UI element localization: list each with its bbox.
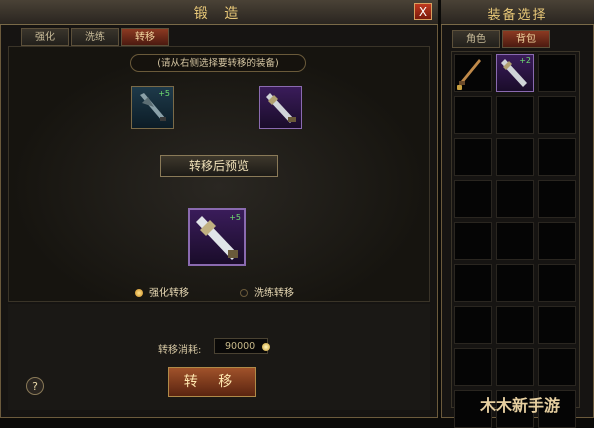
bag-slot[interactable] [496, 306, 534, 344]
select-hint: (请从右侧选择要转移的装备) [130, 54, 306, 72]
option-enhance-transfer[interactable]: 强化转移 [135, 284, 189, 299]
bag-slot[interactable] [496, 348, 534, 386]
plus-label: +5 [229, 213, 241, 222]
tab-character[interactable]: 角色 [452, 30, 500, 48]
target-item-slot[interactable] [259, 86, 302, 129]
bag-slot[interactable] [496, 222, 534, 260]
transfer-button[interactable]: 转 移 [168, 367, 256, 397]
watermark: 木木新手游 [480, 396, 561, 415]
source-item-slot[interactable]: +5 [131, 86, 174, 129]
bag-slot[interactable] [538, 222, 576, 260]
preview-item-slot: +5 [188, 208, 246, 266]
radio-unselected-icon [240, 289, 248, 297]
bag-slot[interactable] [454, 306, 492, 344]
bag-slot[interactable] [454, 264, 492, 302]
bag-slot[interactable] [538, 180, 576, 218]
equipment-title: 装备选择 [487, 8, 548, 23]
bag-slot[interactable] [496, 180, 534, 218]
close-button[interactable]: X [414, 3, 432, 20]
bag-slot[interactable] [538, 96, 576, 134]
bag-slot[interactable] [454, 348, 492, 386]
tab-transfer[interactable]: 转移 [121, 28, 169, 46]
bag-slot[interactable] [454, 138, 492, 176]
forge-title: 锻 造 [193, 6, 245, 22]
tab-enhance[interactable]: 强化 [21, 28, 69, 46]
lock-icon [457, 85, 462, 90]
plus-label: +5 [158, 89, 170, 98]
bag-slot[interactable] [496, 138, 534, 176]
tab-bag[interactable]: 背包 [502, 30, 550, 48]
sword-icon [266, 93, 296, 123]
bag-slot[interactable] [454, 54, 492, 92]
cost-label: 转移消耗: [158, 345, 202, 356]
bag-slot[interactable] [538, 306, 576, 344]
help-button[interactable]: ? [26, 377, 44, 395]
cost-value: 90000 [214, 338, 268, 354]
bag-slot[interactable] [496, 264, 534, 302]
preview-label: 转移后预览 [160, 155, 278, 177]
coin-icon [262, 343, 270, 351]
bag-slot[interactable] [538, 264, 576, 302]
bag-slot[interactable] [454, 96, 492, 134]
bag-slot[interactable] [538, 348, 576, 386]
bag-slot[interactable] [538, 138, 576, 176]
bag-grid: +2 [451, 51, 580, 428]
bag-slot[interactable] [496, 96, 534, 134]
tab-refine[interactable]: 洗练 [71, 28, 119, 46]
option-refine-transfer[interactable]: 洗练转移 [240, 284, 294, 299]
bag-slot[interactable] [454, 222, 492, 260]
bag-slot[interactable] [454, 180, 492, 218]
bag-slot[interactable]: +2 [496, 54, 534, 92]
bag-slot[interactable] [538, 54, 576, 92]
plus-label: +2 [519, 56, 531, 65]
radio-selected-icon [135, 289, 143, 297]
